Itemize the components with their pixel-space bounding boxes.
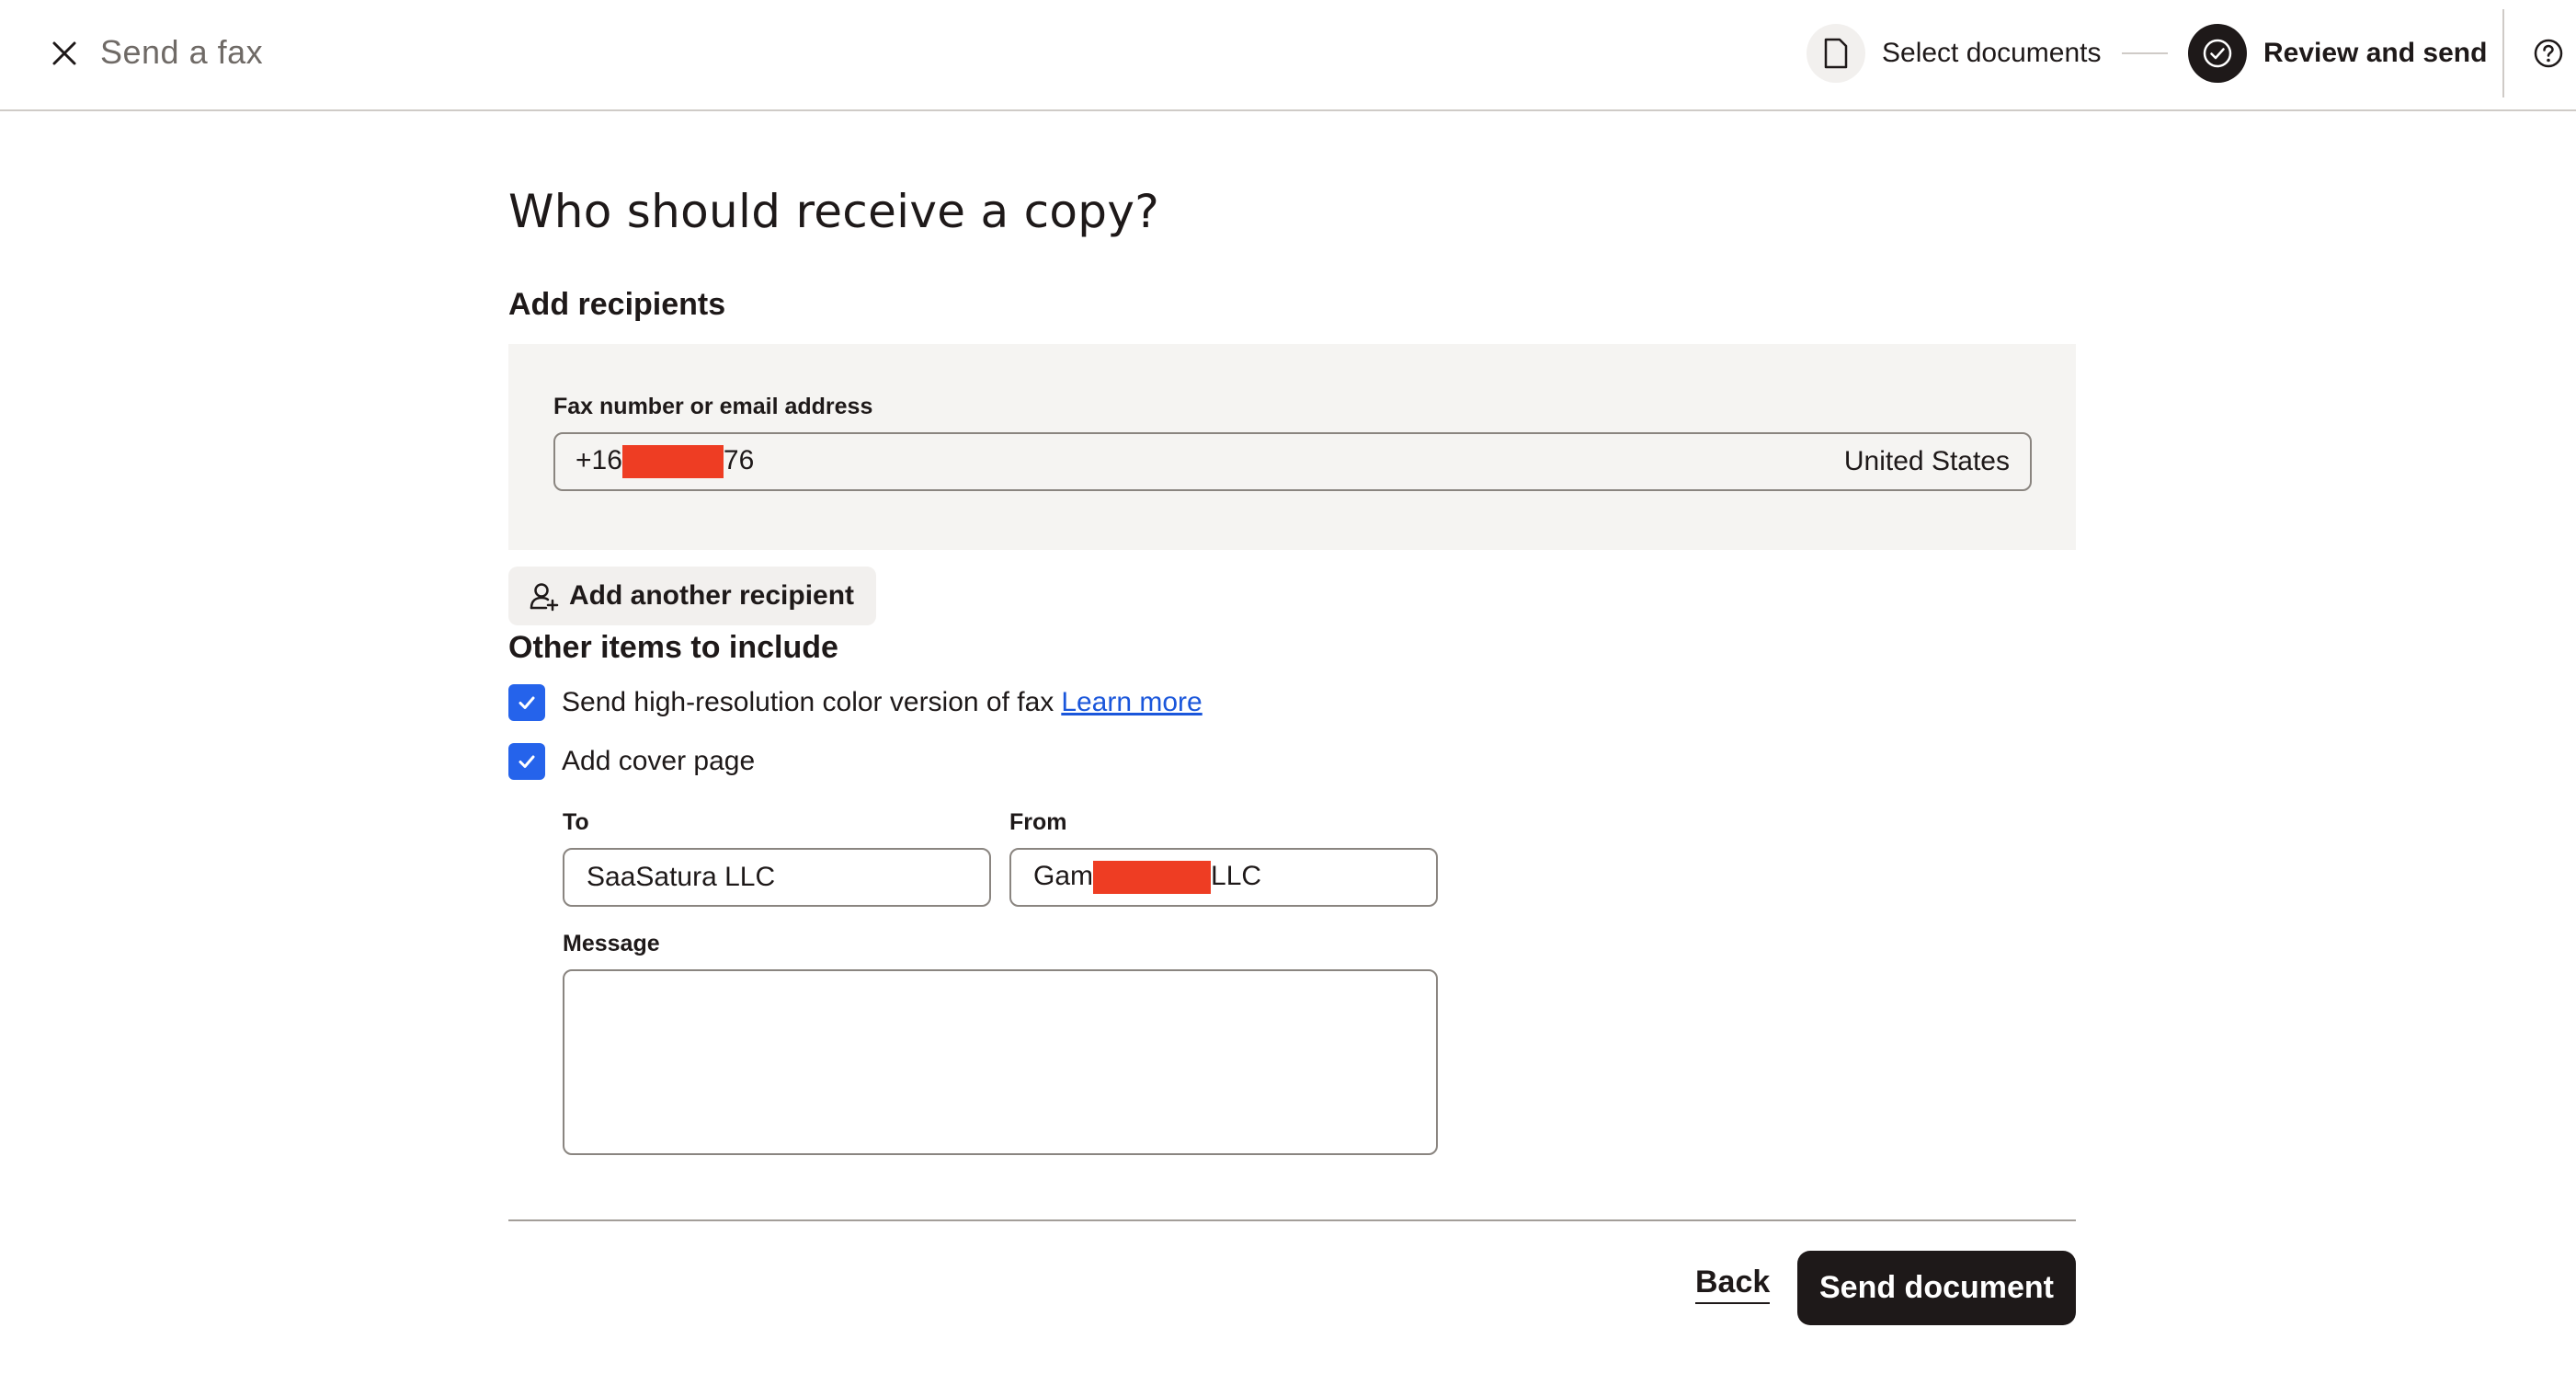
back-button[interactable]: Back: [1695, 1264, 1771, 1304]
send-document-button[interactable]: Send document: [1797, 1251, 2076, 1325]
close-icon[interactable]: [46, 35, 83, 72]
high-res-checkbox[interactable]: [508, 684, 545, 721]
learn-more-link[interactable]: Learn more: [1061, 687, 1202, 718]
to-input[interactable]: SaaSatura LLC: [563, 848, 991, 907]
cover-page-label: Add cover page: [562, 746, 756, 776]
high-res-label: Send high-resolution color version of fa…: [562, 687, 1054, 717]
cover-page-checkbox[interactable]: [508, 743, 545, 780]
add-person-icon: [530, 583, 559, 612]
step-label-review-and-send: Review and send: [2263, 38, 2488, 68]
redaction: [621, 445, 724, 479]
page-title: Send a fax: [100, 33, 264, 71]
country-selector[interactable]: United States: [1844, 446, 2010, 477]
help-icon[interactable]: [2530, 35, 2567, 72]
add-another-recipient-label: Add another recipient: [569, 580, 855, 611]
from-input-value: Gam LLC: [1033, 861, 1261, 895]
high-res-option: Send high-resolution color version of fa…: [508, 684, 1203, 721]
step-connector: [2122, 52, 2168, 54]
step-review-and-send[interactable]: Review and send: [2188, 22, 2487, 85]
from-field-label: From: [1009, 809, 1067, 835]
header-divider: [2502, 9, 2504, 97]
step-select-documents[interactable]: Select documents: [1807, 22, 2101, 85]
add-recipients-heading: Add recipients: [508, 287, 726, 322]
from-input[interactable]: Gam LLC: [1009, 848, 1438, 907]
fax-number-input[interactable]: +16 76 United States: [553, 432, 2032, 491]
check-circle-icon: [2188, 24, 2247, 83]
message-textarea[interactable]: [563, 969, 1438, 1155]
document-icon: [1807, 24, 1865, 83]
page-heading: Who should receive a copy?: [508, 185, 1160, 238]
to-field-label: To: [563, 809, 589, 835]
message-field-label: Message: [563, 931, 660, 956]
redaction: [1093, 861, 1212, 895]
footer-divider: [508, 1219, 2076, 1221]
add-another-recipient-button[interactable]: Add another recipient: [508, 567, 877, 625]
top-bar: Send a fax Select documents Review and s…: [0, 0, 2576, 111]
step-label-select-documents: Select documents: [1882, 38, 2102, 68]
fax-field-label: Fax number or email address: [553, 394, 873, 419]
other-items-heading: Other items to include: [508, 630, 838, 665]
to-input-value: SaaSatura LLC: [587, 862, 776, 892]
fax-number-value: +16 76: [576, 445, 1844, 479]
cover-page-option: Add cover page: [508, 743, 755, 780]
